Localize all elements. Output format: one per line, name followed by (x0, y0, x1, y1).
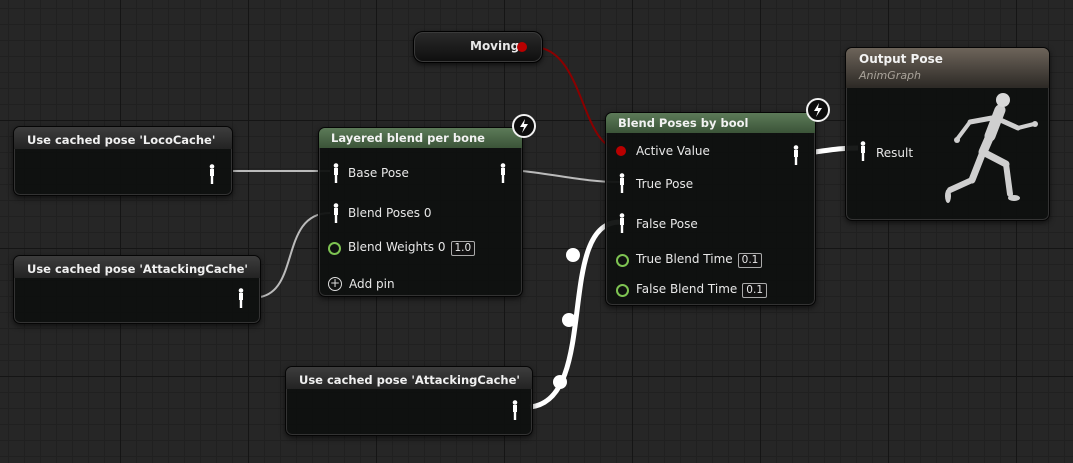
pose-pin-icon[interactable] (511, 400, 519, 420)
pose-pin-icon[interactable] (237, 288, 245, 308)
add-pin-icon[interactable]: + (328, 277, 342, 291)
pose-pin-icon[interactable] (859, 141, 867, 161)
wire-knot (562, 313, 576, 327)
true-blend-time-value[interactable]: 0.1 (737, 253, 763, 268)
base-pose-label: Base Pose (348, 166, 409, 180)
result-label: Result (876, 146, 914, 160)
blend-weights-row: Blend Weights 0 1.0 (348, 240, 476, 256)
float-pin-icon[interactable] (616, 254, 629, 267)
mannequin-preview-icon (945, 93, 1038, 203)
cached-pose-attacking-node-2[interactable]: Use cached pose 'AttackingCache' (285, 366, 533, 436)
node-subtitle: AnimGraph (859, 69, 922, 82)
node-title: Use cached pose 'LocoCache' (14, 127, 232, 149)
wire-knot (566, 248, 580, 262)
lightning-icon (512, 114, 536, 138)
pose-pin-icon[interactable] (499, 163, 507, 183)
false-blend-time-value[interactable]: 0.1 (742, 283, 767, 298)
blend-weights-value[interactable]: 1.0 (450, 241, 476, 256)
pose-pin-icon[interactable] (332, 203, 340, 223)
true-pose-label: True Pose (636, 177, 694, 191)
cached-pose-attacking-node[interactable]: Use cached pose 'AttackingCache' (13, 255, 261, 324)
blend-poses-by-bool-node[interactable]: Blend Poses by bool Active Value True Po… (605, 112, 816, 306)
lightning-icon (806, 98, 830, 122)
false-blend-time-row: False Blend Time 0.1 (636, 282, 767, 298)
output-pose-header: Output Pose AnimGraph (846, 48, 1049, 88)
bool-pin-icon[interactable] (616, 146, 626, 156)
node-title: Layered blend per bone (319, 128, 522, 148)
pose-pin-icon[interactable] (618, 213, 626, 233)
pose-pin-icon[interactable] (332, 163, 340, 183)
true-blend-time-label: True Blend Time (636, 252, 733, 266)
float-pin-icon[interactable] (328, 242, 341, 255)
float-pin-icon[interactable] (616, 284, 629, 297)
moving-output-pin[interactable] (517, 42, 527, 52)
node-title: Use cached pose 'AttackingCache' (286, 367, 532, 389)
false-pose-label: False Pose (636, 217, 698, 231)
pose-pin-icon[interactable] (208, 164, 216, 184)
wire-knot (553, 375, 567, 389)
node-title: Blend Poses by bool (606, 113, 815, 133)
false-blend-time-label: False Blend Time (636, 282, 738, 296)
cached-pose-loco-node[interactable]: Use cached pose 'LocoCache' (13, 126, 233, 196)
active-value-label: Active Value (636, 144, 710, 158)
output-pose-node[interactable]: Output Pose AnimGraph Result (845, 47, 1050, 221)
moving-variable-node[interactable]: Moving (413, 31, 543, 63)
layered-blend-node[interactable]: Layered blend per bone Base Pose Blend P… (318, 127, 523, 297)
node-title: Output Pose (859, 52, 943, 66)
add-pin-label[interactable]: Add pin (349, 277, 395, 291)
pose-pin-icon[interactable] (618, 173, 626, 193)
moving-label: Moving (470, 39, 520, 53)
node-title: Use cached pose 'AttackingCache' (14, 256, 260, 278)
pose-pin-icon[interactable] (792, 145, 800, 165)
blend-weights-label: Blend Weights 0 (348, 240, 446, 254)
true-blend-time-row: True Blend Time 0.1 (636, 252, 763, 268)
blend-poses-label: Blend Poses 0 (348, 206, 432, 220)
